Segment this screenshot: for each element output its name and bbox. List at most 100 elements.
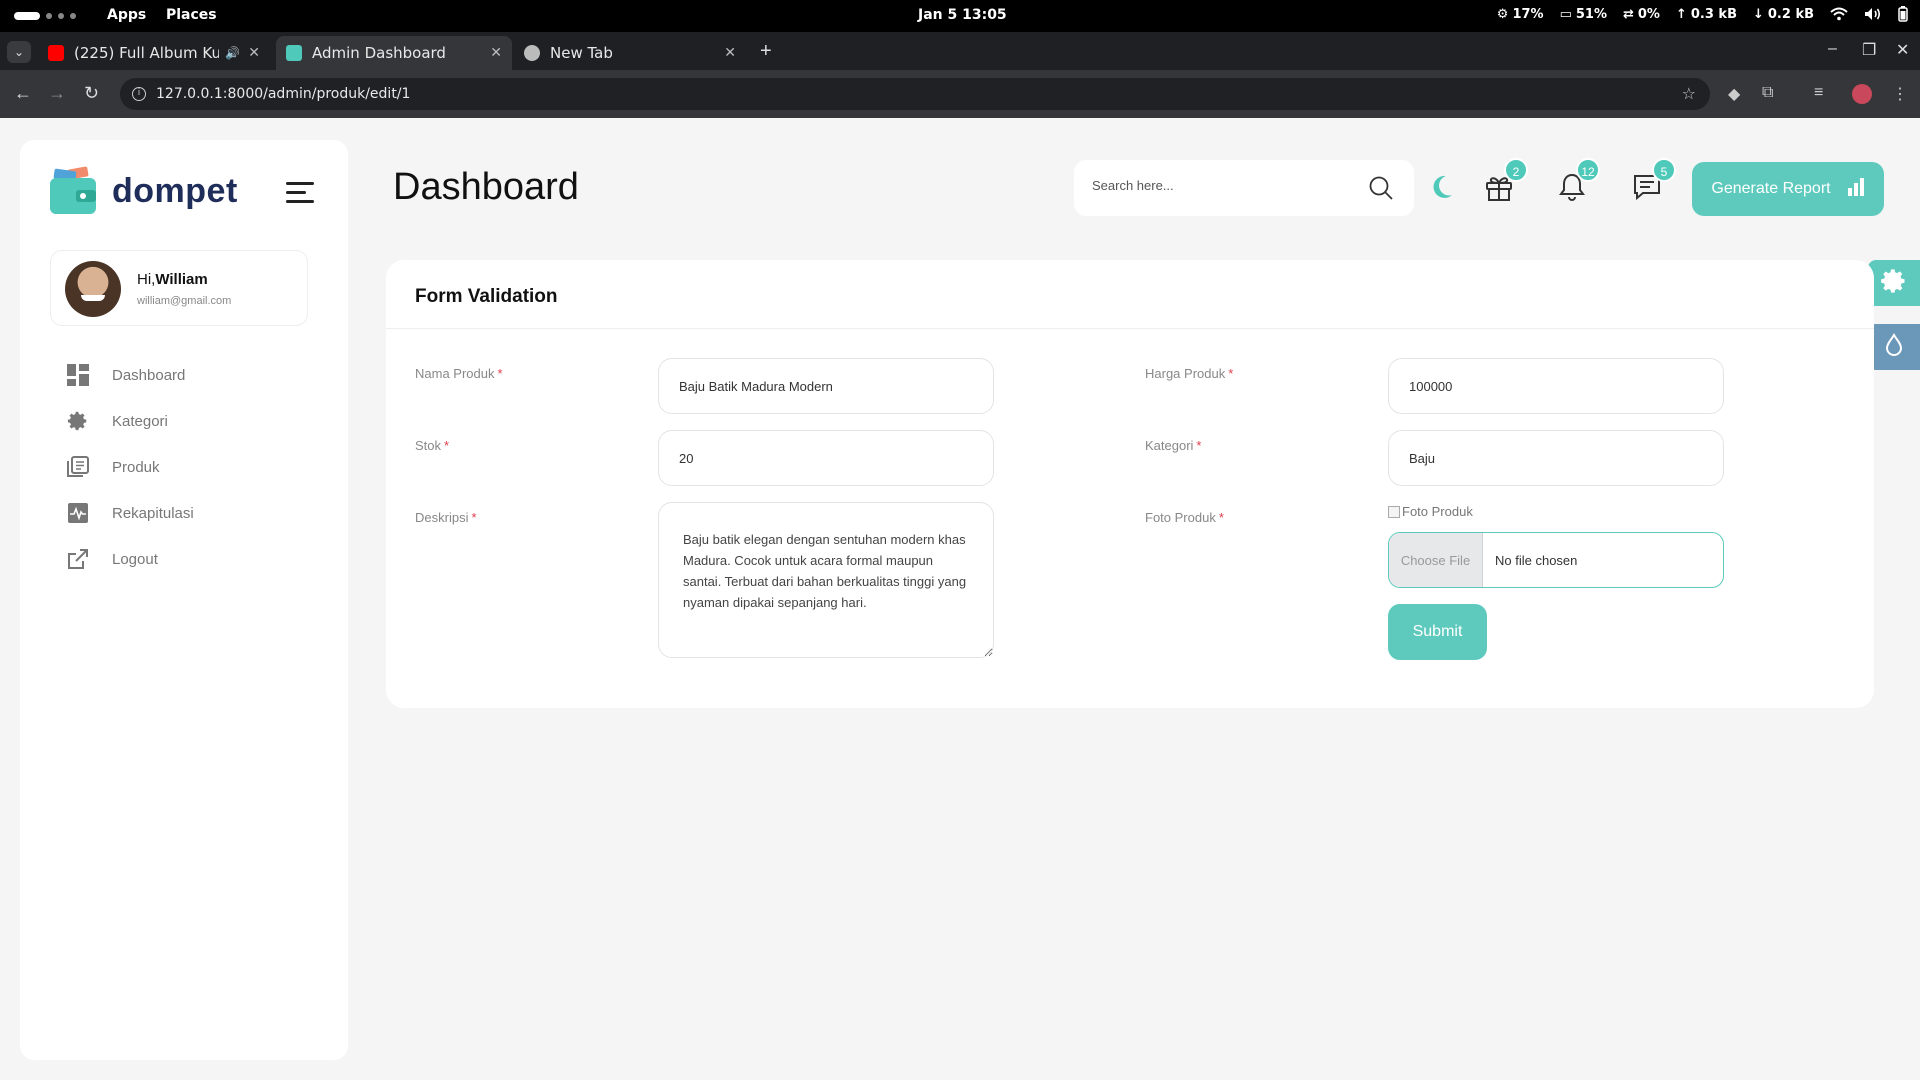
wifi-icon[interactable] (1830, 7, 1848, 21)
restore-icon[interactable]: ❐ (1862, 40, 1876, 60)
close-icon[interactable]: ✕ (490, 45, 502, 61)
bookmark-star-icon[interactable]: ☆ (1682, 78, 1696, 110)
swap-indicator: ⇄ 0% (1622, 6, 1660, 22)
volume-icon[interactable] (1864, 7, 1882, 21)
stok-label: Stok * (415, 438, 450, 453)
profile-avatar-icon[interactable] (1852, 84, 1872, 104)
hamburger-menu-icon[interactable] (286, 182, 314, 209)
gift-icon[interactable]: 2 (1484, 158, 1528, 207)
forward-arrow-icon[interactable]: → (48, 83, 66, 104)
submit-button[interactable]: Submit (1388, 604, 1487, 660)
close-icon[interactable]: ✕ (248, 45, 260, 61)
deskripsi-textarea[interactable]: Baju batik elegan dengan sentuhan modern… (658, 502, 994, 658)
choose-file-button[interactable]: Choose File (1389, 533, 1483, 587)
url-bar[interactable]: i 127.0.0.1:8000/admin/produk/edit/1 ☆ (120, 78, 1710, 110)
brand-name: dompet (112, 171, 238, 210)
sidebar-item-rekapitulasi[interactable]: Rekapitulasi (66, 490, 194, 536)
tab-new-tab[interactable]: New Tab ✕ (514, 36, 746, 70)
sidebar-item-logout[interactable]: Logout (66, 536, 194, 582)
kategori-label: Kategori * (1145, 438, 1202, 453)
media-queue-icon[interactable]: ≡ (1814, 84, 1823, 102)
sidebar-nav: Dashboard Kategori Produk Rekapitulasi L… (66, 352, 194, 582)
wallet-logo-icon (50, 166, 98, 216)
notification-badge: 12 (1576, 158, 1600, 182)
sidebar-item-dashboard[interactable]: Dashboard (66, 352, 194, 398)
divider (386, 328, 1874, 329)
back-arrow-icon[interactable]: ← (14, 83, 32, 104)
user-name: William (155, 271, 208, 288)
url-text[interactable]: 127.0.0.1:8000/admin/produk/edit/1 (156, 86, 410, 102)
library-icon (66, 455, 90, 479)
youtube-icon (48, 45, 64, 61)
bar-chart-icon (1847, 177, 1865, 201)
theme-color-button[interactable] (1868, 324, 1920, 370)
moon-icon[interactable] (1430, 174, 1454, 205)
file-input[interactable]: Choose File No file chosen (1388, 532, 1724, 588)
settings-toggle-button[interactable] (1868, 260, 1920, 306)
avatar (65, 261, 121, 317)
brand[interactable]: dompet (50, 166, 238, 216)
extension-colorful-icon[interactable]: ◆ (1728, 84, 1740, 104)
upload-arrow-icon: ↑ (1675, 6, 1687, 22)
system-tray: ⚙ 17% ▭ 51% ⇄ 0% ↑ 0.3 kB ↓ 0.2 kB (1497, 6, 1908, 22)
search-icon[interactable] (1368, 175, 1394, 206)
minimize-icon[interactable]: – (1828, 40, 1837, 58)
tab-title: Admin Dashboard (312, 44, 446, 62)
file-name-text: No file chosen (1495, 552, 1578, 568)
address-toolbar: ← → ↻ i 127.0.0.1:8000/admin/produk/edit… (0, 70, 1920, 118)
user-email: william@gmail.com (137, 295, 232, 307)
harga-produk-label: Harga Produk * (1145, 366, 1234, 381)
kategori-input[interactable] (1388, 430, 1724, 486)
chat-badge: 5 (1652, 158, 1676, 182)
generate-report-button[interactable]: Generate Report (1692, 162, 1884, 216)
search-input[interactable] (1092, 178, 1352, 193)
sidebar-item-label: Logout (112, 550, 158, 568)
apps-menu[interactable]: Apps (107, 7, 146, 23)
bell-icon[interactable]: 12 (1558, 158, 1600, 207)
external-link-icon (66, 547, 90, 571)
tab-admin-dashboard[interactable]: Admin Dashboard ✕ (276, 36, 512, 70)
user-profile-card[interactable]: Hi,William william@gmail.com (50, 250, 308, 326)
sidebar: dompet Hi,William william@gmail.com Dash… (20, 140, 348, 1060)
nama-produk-input[interactable] (658, 358, 994, 414)
close-icon[interactable]: ✕ (724, 45, 736, 61)
sidebar-item-produk[interactable]: Produk (66, 444, 194, 490)
clock[interactable]: Jan 5 13:05 (918, 7, 1007, 23)
new-tab-plus-icon[interactable]: + (760, 40, 772, 63)
tab-title: New Tab (550, 44, 613, 62)
places-menu[interactable]: Places (166, 7, 217, 23)
page-title: Dashboard (393, 166, 579, 208)
harga-produk-input[interactable] (1388, 358, 1724, 414)
stok-input[interactable] (658, 430, 994, 486)
app-viewport: dompet Hi,William william@gmail.com Dash… (0, 118, 1920, 1080)
memory-icon: ▭ (1559, 6, 1572, 22)
greeting: Hi,William (137, 271, 208, 288)
gear-icon (1880, 267, 1908, 300)
speaker-icon[interactable]: 🔊 (225, 46, 240, 60)
search-box[interactable] (1074, 160, 1414, 216)
reload-icon[interactable]: ↻ (84, 83, 99, 104)
tab-search-button[interactable]: ⌄ (7, 41, 31, 63)
battery-icon[interactable] (1898, 6, 1908, 22)
sidebar-item-label: Dashboard (112, 366, 186, 384)
cpu-icon: ⚙ (1496, 6, 1509, 22)
tab-youtube[interactable]: (225) Full Album Kumpulan 🔊 ✕ (38, 36, 270, 70)
os-top-bar: Apps Places Jan 5 13:05 ⚙ 17% ▭ 51% ⇄ 0% ↑ 0… (0, 0, 1920, 32)
wallet-favicon-icon (286, 45, 302, 61)
form-title: Form Validation (415, 286, 558, 307)
dashboard-icon (66, 363, 90, 387)
foto-produk-label: Foto Produk * (1145, 510, 1224, 525)
workspace-indicator[interactable] (14, 12, 76, 20)
chat-icon[interactable]: 5 (1632, 158, 1676, 207)
tab-strip: ⌄ (225) Full Album Kumpulan 🔊 ✕ Admin Da… (0, 32, 1920, 70)
kebab-menu-icon[interactable]: ⋮ (1892, 84, 1908, 104)
site-info-icon[interactable]: i (132, 87, 146, 101)
sidebar-item-kategori[interactable]: Kategori (66, 398, 194, 444)
droplet-icon (1884, 332, 1904, 362)
generate-report-label: Generate Report (1711, 180, 1831, 197)
puzzle-extensions-icon[interactable]: ⧉ (1762, 84, 1773, 102)
memory-indicator: ▭ 51% (1559, 6, 1607, 22)
pulse-icon (66, 501, 90, 525)
window-close-icon[interactable]: ✕ (1896, 40, 1909, 60)
deskripsi-label: Deskripsi * (415, 510, 477, 525)
